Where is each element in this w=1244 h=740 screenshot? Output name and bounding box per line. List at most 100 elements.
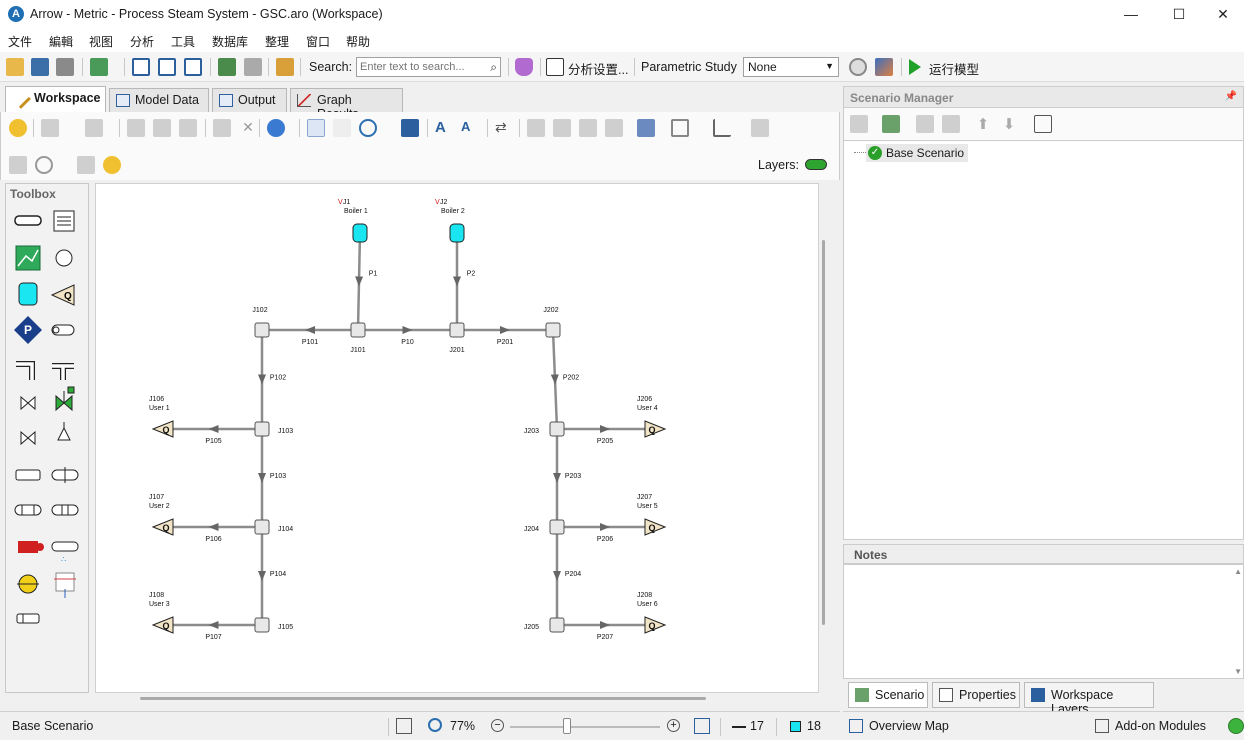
search-box[interactable]: ⌕	[356, 57, 501, 77]
network-icon[interactable]	[218, 58, 236, 76]
zoom-icon[interactable]	[359, 119, 377, 137]
gear-icon[interactable]	[849, 58, 867, 76]
junction-j205[interactable]	[549, 617, 565, 633]
layout-rows-icon[interactable]	[184, 58, 202, 76]
junction-j1[interactable]	[352, 223, 368, 243]
binoculars-icon[interactable]	[401, 119, 419, 137]
report-icon[interactable]	[276, 58, 294, 76]
tree-item-base-scenario[interactable]: ✓ Base Scenario	[866, 144, 969, 162]
pan-hand-icon[interactable]	[333, 119, 351, 137]
cut-icon[interactable]	[127, 119, 145, 137]
print-icon[interactable]	[56, 58, 74, 76]
pipe-p202[interactable]	[550, 329, 559, 430]
layers-toggle[interactable]	[805, 159, 827, 170]
align-left-icon[interactable]	[527, 119, 545, 137]
delete-icon[interactable]: ✕	[239, 119, 257, 137]
list-icon[interactable]	[9, 156, 27, 174]
open-icon[interactable]	[6, 58, 24, 76]
pipe-p207[interactable]	[557, 621, 653, 629]
workspace-canvas[interactable]: P1 P2 P10 P101 P102 P103 P104 P105 P106 P107 P201 P…	[95, 183, 819, 693]
pipe-p10[interactable]	[358, 326, 457, 334]
font-larger-icon[interactable]: A	[435, 119, 453, 137]
menu-tools[interactable]: 工具	[171, 33, 195, 50]
table-settings-icon[interactable]	[77, 156, 95, 174]
horizontal-scrollbar[interactable]	[140, 697, 706, 700]
zoom-slider-thumb[interactable]	[563, 718, 571, 734]
menu-arrange[interactable]: 整理	[265, 33, 289, 50]
pipe-p2[interactable]	[453, 233, 461, 330]
pointer-icon[interactable]	[307, 119, 325, 137]
undo-icon[interactable]	[41, 119, 59, 137]
run-model-button[interactable]: 运行模型	[929, 59, 979, 78]
export-icon[interactable]	[90, 58, 108, 76]
menu-file[interactable]: 文件	[8, 33, 32, 50]
notes-scroll-down-icon[interactable]: ▼	[1234, 667, 1242, 676]
annotation-icon[interactable]	[637, 119, 655, 137]
junction-j202[interactable]	[545, 322, 561, 338]
tab-graph-results[interactable]: Graph Results	[290, 88, 403, 121]
group-icon[interactable]	[605, 119, 623, 137]
close-button[interactable]: ✕	[1200, 0, 1244, 28]
maximize-button[interactable]: ☐	[1156, 0, 1202, 28]
notes-textarea[interactable]: ▲ ▼	[843, 564, 1244, 679]
save-icon[interactable]	[31, 58, 49, 76]
layout-columns-icon[interactable]	[158, 58, 176, 76]
tab-scenario[interactable]: Scenario	[848, 682, 928, 708]
menu-view[interactable]: 视图	[89, 33, 113, 50]
junction-j201[interactable]	[449, 322, 465, 338]
menu-edit[interactable]: 編輯	[49, 33, 73, 50]
globe-icon[interactable]	[267, 119, 285, 137]
pipe-p203[interactable]	[553, 429, 561, 527]
pipe-network-diagram[interactable]: P1 P2 P10 P101 P102 P103 P104 P105 P106 P107 P201 P…	[96, 184, 820, 694]
parametric-study-select[interactable]: None ▼	[743, 57, 839, 77]
tab-output[interactable]: Output	[212, 88, 287, 112]
align-axis-icon[interactable]	[713, 119, 731, 137]
junction-j203[interactable]	[549, 421, 565, 437]
pipe-p204[interactable]	[553, 527, 561, 625]
overview-map-button[interactable]: Overview Map	[869, 719, 949, 733]
notes-scroll-up-icon[interactable]: ▲	[1234, 567, 1242, 576]
pipe-p105[interactable]	[165, 425, 262, 433]
pipe-p104[interactable]	[258, 527, 266, 625]
tab-workspace[interactable]: Workspace	[5, 86, 106, 112]
promote-icon[interactable]	[942, 115, 960, 133]
lightbulb-icon[interactable]	[103, 156, 121, 174]
zoom-out-icon[interactable]: −	[491, 719, 504, 732]
edit-scenario-icon[interactable]	[850, 115, 868, 133]
add-on-modules-button[interactable]: Add-on Modules	[1115, 719, 1206, 733]
graph-icon[interactable]	[875, 58, 893, 76]
junction-j103[interactable]	[254, 421, 270, 437]
add-on-modules-icon[interactable]	[1095, 719, 1109, 733]
fit-to-window-icon[interactable]	[396, 718, 412, 734]
pipe-p206[interactable]	[557, 523, 653, 531]
analysis-settings-button[interactable]: 分析设置...	[568, 59, 628, 78]
pipe-p103[interactable]	[258, 429, 266, 527]
search-input[interactable]	[357, 58, 485, 76]
junction-j102[interactable]	[254, 322, 270, 338]
help-icon[interactable]	[9, 119, 27, 137]
disable-icon[interactable]	[35, 156, 53, 174]
scenario-options-icon[interactable]	[1034, 115, 1052, 133]
pipe-p102[interactable]	[258, 330, 266, 429]
junction-j104[interactable]	[254, 519, 270, 535]
junction-j204[interactable]	[549, 519, 565, 535]
align-right-icon[interactable]	[553, 119, 571, 137]
rotate-icon[interactable]	[671, 119, 689, 137]
pipe-p106[interactable]	[165, 523, 262, 531]
move-up-icon[interactable]: ⬆	[974, 115, 992, 133]
redo-icon[interactable]	[85, 119, 103, 137]
move-down-icon[interactable]: ⬇	[1000, 115, 1018, 133]
pipe-p107[interactable]	[165, 621, 262, 629]
select-all-icon[interactable]	[213, 119, 231, 137]
analysis-settings-icon[interactable]	[546, 58, 564, 76]
pin-icon[interactable]: 📌	[1225, 91, 1237, 102]
junction-j101[interactable]	[350, 322, 366, 338]
pipe-p1[interactable]	[355, 232, 364, 331]
junction-j105[interactable]	[254, 617, 270, 633]
zoom-slider-track[interactable]	[510, 726, 660, 728]
font-smaller-icon[interactable]: A	[461, 119, 479, 137]
menu-help[interactable]: 帮助	[346, 33, 370, 50]
tab-workspace-layers[interactable]: Workspace Layers	[1024, 682, 1154, 716]
menu-window[interactable]: 窗口	[306, 33, 330, 50]
minimize-button[interactable]: —	[1108, 0, 1154, 28]
